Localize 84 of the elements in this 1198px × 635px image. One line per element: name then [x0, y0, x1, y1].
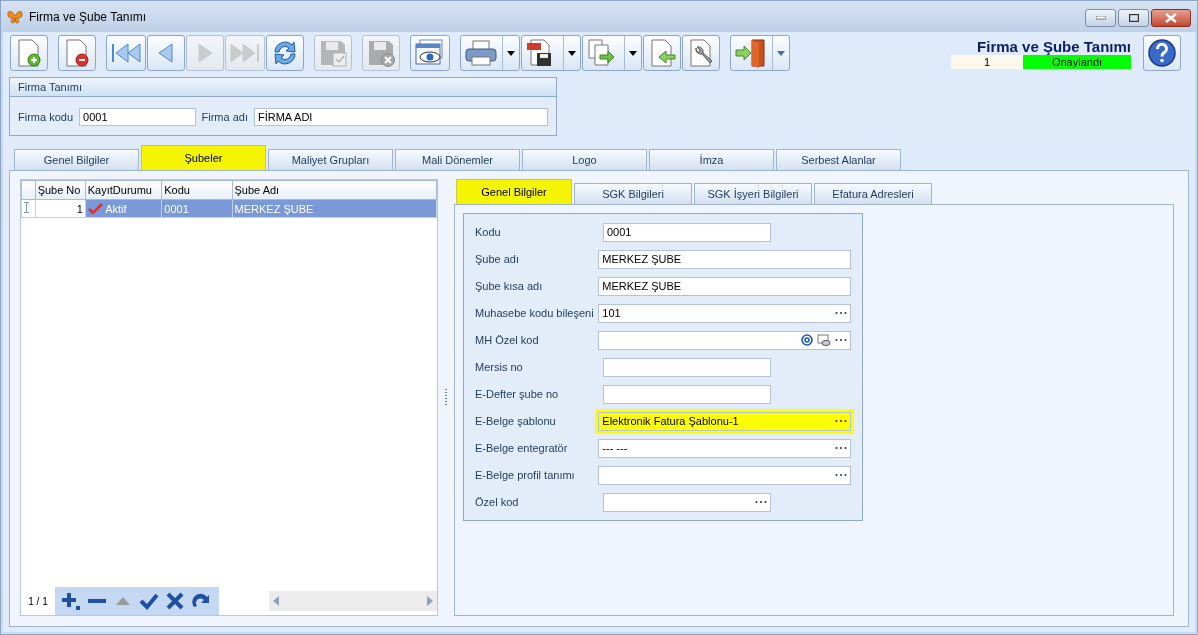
- field-label: Kodu: [475, 226, 502, 238]
- ellipsis-icon[interactable]: [835, 419, 847, 423]
- maximize-button[interactable]: [1118, 9, 1149, 27]
- caret-icon: [507, 50, 515, 56]
- field-label: Özel kod: [475, 496, 520, 508]
- documents-arrow-icon: [586, 38, 616, 68]
- restore-icon: [1128, 14, 1139, 22]
- toolbar-button[interactable]: [58, 35, 96, 71]
- field-label: E-Belge şablonu: [475, 415, 557, 427]
- field-label: Muhasebe kodu bileşeni: [475, 307, 595, 319]
- preview-window-icon: [414, 38, 446, 68]
- splitter-handle[interactable]: [445, 388, 447, 407]
- input-field[interactable]: 101: [598, 303, 851, 323]
- ellipsis-icon[interactable]: [835, 338, 847, 342]
- tab[interactable]: Efatura Adresleri: [814, 183, 932, 204]
- close-button[interactable]: [1151, 9, 1191, 27]
- cancel-icon[interactable]: [165, 591, 185, 611]
- form-title: Firma ve Şube Tanımı: [977, 37, 1131, 55]
- tab[interactable]: Şubeler: [141, 145, 266, 170]
- input-field[interactable]: MERKEZ ŞUBE: [598, 249, 851, 269]
- toolbar-button[interactable]: [521, 35, 581, 71]
- first-record-icon: [110, 41, 142, 65]
- field-label: Firma kodu: [18, 111, 74, 123]
- tab[interactable]: SGK İşyeri Bilgileri: [694, 183, 812, 204]
- checkmark-icon: [87, 202, 103, 214]
- input-field[interactable]: [598, 465, 851, 485]
- window-title: Firma ve Şube Tanımı: [29, 9, 148, 24]
- input-field[interactable]: [603, 492, 771, 512]
- field-label: E-Belge entegratör: [475, 442, 569, 454]
- caret-icon: [777, 50, 785, 56]
- input-field[interactable]: [603, 357, 771, 377]
- text-cursor-icon: [24, 202, 29, 213]
- preview-icon[interactable]: [817, 334, 831, 346]
- input-field[interactable]: --- ---: [598, 438, 851, 458]
- status-badge: Onaylandı: [1023, 54, 1131, 69]
- checkmark-icon[interactable]: [139, 591, 159, 611]
- field-label: Firma adı: [201, 111, 248, 123]
- butterfly-icon: [7, 9, 23, 24]
- input-field[interactable]: FİRMA ADI: [254, 108, 548, 126]
- tab[interactable]: Genel Bilgiler: [456, 179, 572, 204]
- field-label: E-Belge profil tanımı: [475, 469, 576, 481]
- column-header[interactable]: KayıtDurumu: [85, 180, 162, 200]
- ellipsis-icon[interactable]: [755, 500, 767, 504]
- field-label: MH Özel kod: [475, 334, 540, 346]
- tab[interactable]: SGK Bilgileri: [574, 183, 692, 204]
- exit-door-icon: [734, 38, 768, 68]
- close-icon: [1165, 13, 1177, 23]
- input-field[interactable]: [598, 330, 851, 350]
- group-title: Firma Tanımı: [10, 78, 556, 97]
- tab[interactable]: Maliyet Grupları: [268, 149, 393, 170]
- minimize-icon: [1095, 16, 1106, 20]
- toolbar-button[interactable]: [410, 35, 450, 71]
- column-header[interactable]: Şube No: [35, 180, 86, 200]
- record-number: 1: [951, 54, 1023, 69]
- last-record-icon: [229, 41, 261, 65]
- field-label: Mersis no: [475, 361, 524, 373]
- caret-icon: [568, 50, 576, 56]
- table-row[interactable]: 1 Aktif 0001 MERKEZ ŞUBE: [21, 199, 437, 218]
- tab[interactable]: İmza: [649, 149, 774, 170]
- field-label: E-Defter şube no: [475, 388, 560, 400]
- tab[interactable]: Genel Bilgiler: [14, 149, 139, 170]
- field-label: Şube adı: [475, 253, 521, 265]
- printer-icon: [464, 39, 498, 67]
- ellipsis-icon[interactable]: [835, 473, 847, 477]
- input-field[interactable]: Elektronik Fatura Şablonu-1: [598, 411, 851, 431]
- input-field[interactable]: 0001: [79, 108, 196, 126]
- tab[interactable]: Serbest Alanlar: [776, 149, 901, 170]
- field-label: Şube kısa adı: [475, 280, 544, 292]
- page-indicator: 1 / 1: [27, 595, 49, 607]
- help-icon: [1147, 38, 1177, 68]
- input-field[interactable]: [603, 384, 771, 404]
- new-document-icon: [15, 38, 43, 68]
- help-button[interactable]: [1143, 35, 1181, 71]
- tab[interactable]: Mali Dönemler: [395, 149, 520, 170]
- column-header[interactable]: Kodu: [161, 180, 232, 200]
- ellipsis-icon[interactable]: [835, 446, 847, 450]
- input-field[interactable]: 0001: [603, 222, 771, 242]
- delete-document-icon: [63, 38, 91, 68]
- input-field[interactable]: MERKEZ ŞUBE: [598, 276, 851, 296]
- add-icon[interactable]: [61, 591, 81, 611]
- caret-icon: [629, 50, 637, 56]
- tab[interactable]: Logo: [522, 149, 647, 170]
- column-header[interactable]: Şube Adı: [232, 180, 437, 200]
- ellipsis-icon[interactable]: [835, 311, 847, 315]
